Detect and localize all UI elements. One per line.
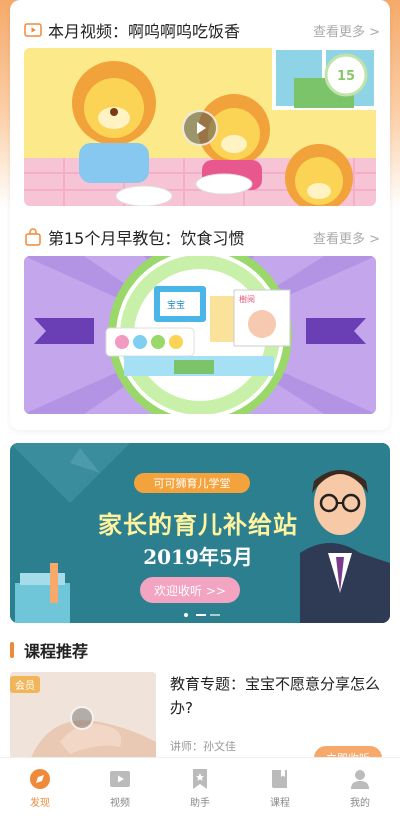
tab-video[interactable]: 视频 bbox=[80, 758, 160, 818]
tab-label: 视频 bbox=[110, 797, 130, 809]
education-kit-illustration: 宝宝 樹阅 bbox=[24, 256, 376, 414]
month-badge-text: 15 bbox=[337, 69, 355, 84]
podcast-listen-label: 欢迎收听 >> bbox=[154, 583, 226, 598]
early-education-title: 第15个月早教包：饮食习惯 bbox=[48, 229, 245, 248]
early-education-banner[interactable]: 宝宝 樹阅 bbox=[24, 256, 376, 414]
monthly-video-header: 本月视频：啊呜啊呜吃饭香 查看更多 > bbox=[24, 16, 380, 44]
monthly-video-more-link[interactable]: 查看更多 > bbox=[313, 21, 380, 40]
podcast-date: 2019年5月 bbox=[143, 545, 253, 569]
monthly-video-title: 本月视频：啊呜啊呜吃饭香 bbox=[48, 22, 241, 41]
vip-badge: 会员 bbox=[10, 676, 40, 693]
parenting-podcast-banner[interactable]: 可可狮育儿学堂 家长的育儿补给站 2019年5月 欢迎收听 >> bbox=[10, 443, 390, 623]
kit-box-label: 宝宝 bbox=[167, 299, 185, 311]
course-title[interactable]: 教育专题：宝宝不愿意分享怎么办? bbox=[170, 672, 392, 720]
tab-label: 课程 bbox=[270, 797, 290, 809]
tab-label: 我的 bbox=[350, 797, 370, 809]
tab-courses[interactable]: 课程 bbox=[240, 758, 320, 818]
bottom-tab-bar: 发现 视频 助手 课程 我的 bbox=[0, 757, 400, 818]
podcast-title: 家长的育儿补给站 bbox=[98, 511, 298, 539]
early-education-header: 第15个月早教包：饮食习惯 查看更多 > bbox=[24, 223, 380, 251]
tab-label: 发现 bbox=[30, 797, 50, 809]
profile-icon bbox=[351, 769, 369, 789]
tab-assistant[interactable]: 助手 bbox=[160, 758, 240, 818]
monthly-video-banner[interactable]: 15 bbox=[24, 48, 376, 206]
course-thumbnail[interactable]: 会员 bbox=[10, 672, 156, 760]
podcast-listen-button[interactable]: 欢迎收听 >> bbox=[140, 577, 240, 603]
early-education-more-link[interactable]: 查看更多 > bbox=[313, 228, 380, 247]
play-button[interactable] bbox=[182, 110, 218, 146]
kit-book-label: 樹阅 bbox=[239, 294, 255, 304]
course-list-item[interactable]: 会员 教育专题：宝宝不愿意分享怎么办? 讲师：孙文佳 立即收听 bbox=[10, 670, 392, 770]
play-icon bbox=[197, 122, 206, 134]
course-teacher: 讲师：孙文佳 bbox=[170, 740, 236, 753]
video-icon bbox=[24, 23, 42, 37]
discover-icon bbox=[30, 768, 50, 789]
video-icon bbox=[110, 770, 130, 787]
course-recommendation-header: 课程推荐 bbox=[10, 638, 88, 662]
tab-profile[interactable]: 我的 bbox=[320, 758, 400, 818]
podcast-subtitle: 可可狮育儿学堂 bbox=[153, 477, 231, 490]
book-icon bbox=[272, 769, 287, 788]
podcast-subtitle-pill: 可可狮育儿学堂 bbox=[134, 473, 250, 493]
bookmark-icon bbox=[193, 768, 207, 789]
shopping-bag-icon bbox=[25, 228, 41, 246]
course-recommendation-title: 课程推荐 bbox=[24, 642, 89, 661]
tab-discover[interactable]: 发现 bbox=[0, 758, 80, 818]
course-play-icon bbox=[70, 706, 94, 730]
section-accent-bar bbox=[10, 642, 14, 658]
tab-label: 助手 bbox=[190, 797, 210, 809]
